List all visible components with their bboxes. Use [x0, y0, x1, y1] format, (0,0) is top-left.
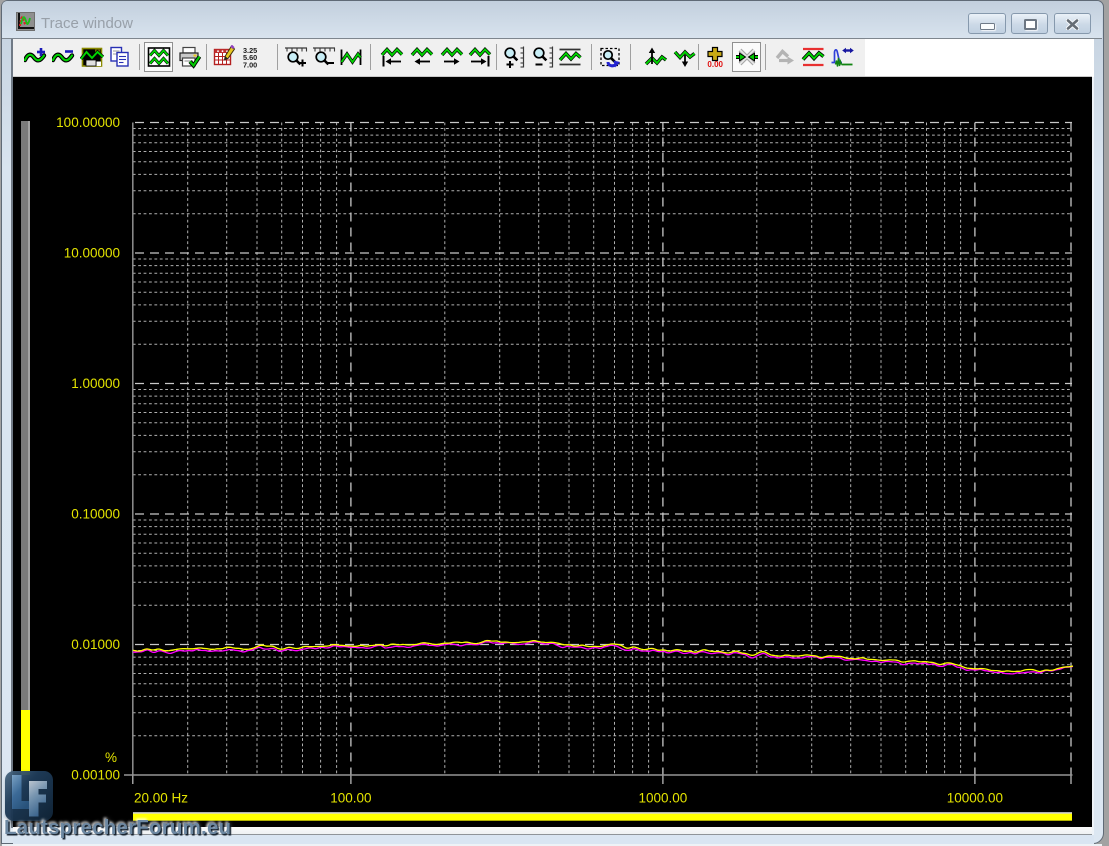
svg-text:20.00 Hz: 20.00 Hz [134, 791, 188, 806]
svg-text:0.00100: 0.00100 [71, 768, 120, 783]
svg-text:100.00: 100.00 [330, 791, 371, 806]
svg-text:10.00000: 10.00000 [64, 246, 120, 261]
svg-text:1000.00: 1000.00 [638, 791, 687, 806]
svg-text:10000.00: 10000.00 [947, 791, 1003, 806]
svg-text:0.00: 0.00 [707, 60, 723, 69]
svg-text:7.00: 7.00 [243, 60, 257, 69]
svg-text:0.01000: 0.01000 [71, 637, 120, 652]
svg-text:%: % [105, 750, 117, 765]
svg-text:1.00000: 1.00000 [71, 376, 120, 391]
svg-text:0.10000: 0.10000 [71, 507, 120, 522]
svg-text:100.00000: 100.00000 [56, 115, 120, 130]
